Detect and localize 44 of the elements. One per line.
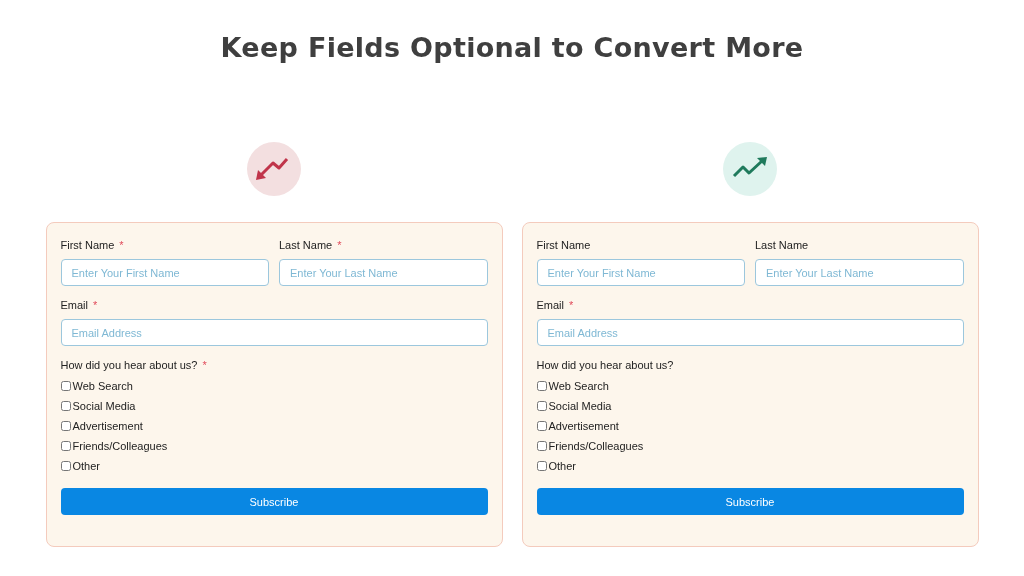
option-label: Web Search — [72, 380, 133, 392]
checkbox[interactable] — [60, 421, 71, 431]
email-field[interactable]: Email Address — [60, 319, 488, 346]
checkbox[interactable] — [536, 441, 547, 451]
last-name-field[interactable]: Enter Your Last Name — [279, 259, 488, 286]
option-label: Social Media — [72, 400, 136, 412]
option-label: Advertisement — [548, 420, 619, 432]
field-label: Last Name — [279, 239, 333, 253]
option-label: Advertisement — [72, 420, 143, 432]
field-label: First Name — [60, 239, 115, 253]
field-label: Email — [60, 299, 88, 313]
required-mark: * — [119, 239, 124, 253]
field-label: Last Name — [755, 239, 809, 253]
option-label: Friends/Colleagues — [72, 440, 168, 452]
required-mark: * — [569, 299, 574, 313]
last-name-field[interactable]: Enter Your Last Name — [755, 259, 964, 286]
required-mark: * — [202, 359, 207, 373]
checkbox[interactable] — [536, 461, 547, 471]
trend-down-icon — [247, 142, 301, 196]
subscribe-button[interactable]: Subscribe — [60, 488, 488, 515]
field-label: Email — [536, 299, 564, 313]
checkbox[interactable] — [536, 381, 547, 391]
first-name-field[interactable]: Enter Your First Name — [536, 259, 745, 286]
subscribe-button[interactable]: Subscribe — [536, 488, 964, 515]
option-label: Friends/Colleagues — [548, 440, 644, 452]
required-mark: * — [93, 299, 98, 313]
trend-up-icon — [723, 142, 777, 196]
field-label: How did you hear about us? — [60, 359, 198, 373]
page-title: Keep Fields Optional to Convert More — [219, 31, 805, 65]
required-mark: * — [337, 239, 342, 253]
first-name-field[interactable]: Enter Your First Name — [60, 259, 269, 286]
checkbox[interactable] — [60, 461, 71, 471]
field-label: How did you hear about us? — [536, 359, 674, 373]
email-field[interactable]: Email Address — [536, 319, 964, 346]
option-label: Social Media — [548, 400, 612, 412]
option-label: Other — [72, 460, 100, 472]
checkbox[interactable] — [60, 441, 71, 451]
checkbox[interactable] — [536, 401, 547, 411]
checkbox[interactable] — [536, 421, 547, 431]
checkbox[interactable] — [60, 381, 71, 391]
checkbox[interactable] — [60, 401, 71, 411]
option-label: Other — [548, 460, 576, 472]
field-label: First Name — [536, 239, 591, 253]
option-label: Web Search — [548, 380, 609, 392]
